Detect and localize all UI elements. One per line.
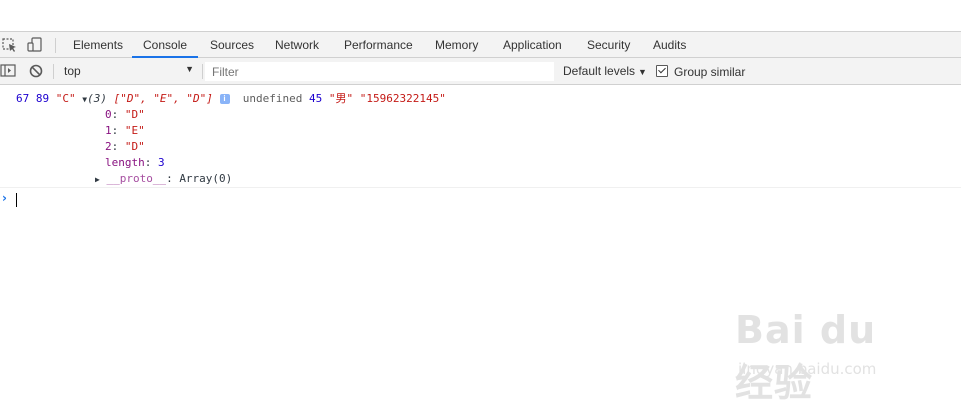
array-length-entry: length: 3 [105,156,165,169]
array-preview[interactable]: ["D", "E", "D"] [114,92,213,105]
group-similar-toggle[interactable]: Group similar [656,64,745,79]
log-value-string: "15962322145" [359,92,446,105]
entry-key: 2 [105,140,112,153]
log-levels-dropdown[interactable]: Default levels ▼ [563,64,647,78]
console-output: 67 89 "C" ▼(3) ["D", "E", "D"] i undefin… [0,85,961,188]
proto-key: __proto__ [106,172,167,185]
execution-context-select[interactable]: top ▼ [60,61,198,81]
array-entry: 0: "D" [105,108,145,121]
watermark-url: jingyan.baidu.com [738,360,877,378]
group-similar-checkbox[interactable] [656,65,668,77]
array-entry: 2: "D" [105,140,145,153]
proto-value: Array(0) [179,172,233,185]
log-value-string: "C" [55,92,76,105]
tab-security[interactable]: Security [587,32,630,58]
tab-performance[interactable]: Performance [344,32,413,58]
collapsed-triangle-icon[interactable]: ▶ [95,175,100,184]
clear-console-icon[interactable] [28,63,46,81]
proto-entry[interactable]: ▶ __proto__: Array(0) [95,171,232,188]
tab-console[interactable]: Console [132,32,199,58]
devtools-main-toolbar: Elements Console Sources Network Perform… [0,31,961,58]
tab-application[interactable]: Application [503,32,562,58]
length-value: 3 [158,156,165,169]
show-sidebar-icon[interactable] [0,63,18,81]
entry-value: "D" [124,108,145,121]
log-levels-label: Default levels [563,64,636,78]
dropdown-arrow-icon: ▼ [638,67,647,77]
tab-audits[interactable]: Audits [653,32,686,58]
console-toolbar: top ▼ Default levels▼ Group similar [0,58,961,85]
toolbar-divider [202,64,203,79]
tab-elements[interactable]: Elements [73,32,123,58]
console-prompt[interactable]: › [0,191,961,209]
log-value-number: 89 [35,92,50,105]
tab-sources[interactable]: Sources [210,32,254,58]
log-value-number: 45 [309,92,323,105]
text-caret [16,193,17,207]
info-icon[interactable]: i [219,94,230,104]
array-count[interactable]: (3) [87,92,107,105]
tab-memory[interactable]: Memory [435,32,478,58]
toolbar-divider [53,64,54,79]
tab-network[interactable]: Network [275,32,319,58]
filter-input[interactable] [205,62,554,81]
inspect-element-icon[interactable] [1,36,19,54]
entry-key: 1 [105,124,112,137]
console-message: 67 89 "C" ▼(3) ["D", "E", "D"] i undefin… [0,85,961,188]
device-toolbar-icon[interactable] [26,36,44,54]
entry-key: 0 [105,108,112,121]
entry-value: "D" [124,140,145,153]
prompt-chevron-icon: › [2,191,7,205]
watermark-logo: Bai du 经验 [735,308,877,405]
length-key: length [105,156,145,169]
log-value-string: "男" [328,92,354,105]
log-value-number: 67 [16,92,30,105]
array-entry: 1: "E" [105,124,145,137]
group-similar-label: Group similar [674,65,746,79]
execution-context-value: top [64,64,81,78]
baidu-watermark: Bai du 经验 jingyan.baidu.com [735,300,915,405]
entry-value: "E" [124,124,145,137]
toolbar-divider [55,38,56,53]
log-summary-line: 67 89 "C" ▼(3) ["D", "E", "D"] i undefin… [16,91,446,108]
log-value-undefined: undefined [242,92,303,105]
dropdown-arrow-icon: ▼ [185,64,194,74]
